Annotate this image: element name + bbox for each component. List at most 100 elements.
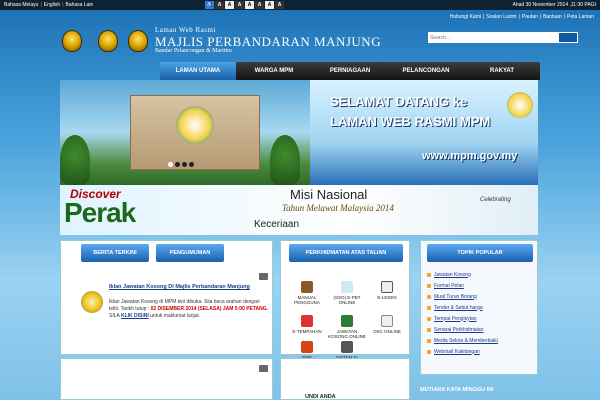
topic-item[interactable]: Muat Turun Borang [427,291,537,302]
search-box [428,32,578,43]
bullet-icon [427,338,431,343]
poll-title: UNDI ANDA [305,394,336,400]
bullet-icon [427,327,431,332]
topic-item[interactable]: Webmail Kakitangan [427,346,537,357]
tree-image [270,135,300,185]
celebrating-text: Celebrating [480,197,511,203]
misi-nasional-banner[interactable]: Discover Perak Misi Nasional Tahun Melaw… [60,185,538,235]
slider-dots [168,162,194,167]
tree-image [60,135,90,185]
bullet-icon [427,272,431,277]
quote-of-week-title: MUTIARA KATA MINGGU INI [420,387,494,393]
slider-dot[interactable] [175,162,180,167]
state-crest-icon [62,30,82,52]
slider-dot[interactable] [189,162,194,167]
separator: | [62,2,64,8]
license-icon [381,281,393,293]
topic-item[interactable]: Tender & Sebut harga [427,302,537,313]
welcome-line-2: LAMAN WEB RASMI MPM [330,114,491,129]
topic-item[interactable]: Format Pelan [427,280,537,291]
contact-us-link[interactable]: Hubungi Kami [450,14,481,20]
perak-crest-icon [98,30,118,52]
news-body-text: untuk maklumat lanjut. [150,313,201,319]
nav-rakyat[interactable]: RAKYAT [464,62,540,80]
fms-icon [301,341,313,353]
sitemap-link[interactable]: Peta Laman [567,14,594,20]
print-icon[interactable] [259,365,268,372]
bullet-icon [427,283,431,288]
bullet-icon [427,349,431,354]
manual-icon [301,281,313,293]
service-osc-online[interactable]: OSC ONLINE [367,315,407,334]
news-body: Iklan Jawatan Kosong di MPM kini dibuka.… [109,299,269,320]
booking-icon [301,315,313,327]
topic-item[interactable]: Tempat Pengisytan [427,313,537,324]
services-panel: PERKHIDMATAN ATAS TALIAN MANUAL PENGGUNA… [280,240,410,365]
font-size-button-4[interactable]: A [275,1,284,9]
news-closing-date: 02 DISEMBER 2014 (SELASA) JAM 5:00 PETAN… [150,306,269,312]
faq-link[interactable]: Soalan Lazim [486,14,516,20]
nav-pelancongan[interactable]: PELANCONGAN [388,62,464,80]
service-sso-epbt[interactable]: (SSO) E-PBT ONLINE [327,281,367,305]
font-size-button-1[interactable]: A [245,1,254,9]
nav-laman-utama[interactable]: LAMAN UTAMA [160,62,236,80]
topic-item[interactable]: Media Sekira & Memberbaiki [427,335,537,346]
service-jawatan-kosong[interactable]: JAWATAN KOSONG ONLINE [327,315,367,339]
nav-warga-mpm[interactable]: WARGA MPM [236,62,312,80]
payment-icon [341,341,353,353]
osc-icon [381,315,393,327]
lang-other-link[interactable]: Bahasa Lain [66,2,94,8]
job-icon [341,315,353,327]
current-date: Ahad 30 November 2014 ,11:30 PAGI [512,2,596,8]
popular-topics-list: Jawatan Kosong Format Pelan Muat Turun B… [427,269,537,357]
font-size-button-2[interactable]: A [255,1,264,9]
document-icon [341,281,353,293]
nav-perniagaan[interactable]: PERNIAGAAN [312,62,388,80]
tab-pengumuman[interactable]: PENGUMUMAN [156,244,224,262]
misi-title: Misi Nasional [290,187,368,202]
popular-topics-header: TOPIK POPULAR [427,244,533,262]
separator: | [40,2,42,8]
news-panel-lower [60,358,273,400]
perak-text: Perak [64,197,136,228]
print-icon[interactable] [259,273,268,280]
slider-dot[interactable] [182,162,187,167]
contrast-light-button[interactable]: A [225,1,234,9]
contrast-button-3[interactable]: A [235,1,244,9]
utility-links: Hubungi Kami | Soalan Lazim | Pautan | Bant… [449,14,594,20]
search-button[interactable] [558,32,578,43]
site-subtitle: Laman Web Rasmi [155,26,216,34]
links-link[interactable]: Pautan [522,14,538,20]
news-title-link[interactable]: Iklan Jawatan Kosong Di Majlis Perbandar… [109,284,250,290]
keceriaan-text: Keceriaan [254,219,300,230]
contrast-dark-button[interactable]: A [215,1,224,9]
help-link[interactable]: Bantuan [543,14,562,20]
tab-berita-terkini[interactable]: BERITA TERKINI [81,244,149,262]
news-body-text: SILA [109,313,120,319]
welcome-line-1: SELAMAT DATANG ke [330,94,468,109]
top-bar: Bahasa Melayu | English | Bahasa Lain ♿ … [0,0,600,10]
mpm-logo-icon [128,30,148,52]
service-e-lesen[interactable]: E-LESEN [367,281,407,300]
popular-topics-panel: TOPIK POPULAR Jawatan Kosong Format Pela… [420,240,538,375]
font-size-button-3[interactable]: A [265,1,274,9]
service-manual-pengguna[interactable]: MANUAL PENGGUNA [287,281,327,305]
poll-panel [280,358,410,400]
building-emblem-icon [176,106,214,144]
lang-bahasa-melayu-link[interactable]: Bahasa Melayu [4,2,38,8]
topic-item[interactable]: Senarai Perkhidmatan [427,324,537,335]
news-click-here-link[interactable]: KLIK DISINI [121,313,149,319]
accessibility-icon[interactable]: ♿ [205,1,214,9]
service-e-tempahan[interactable]: E-TEMPAHAN [287,315,327,334]
building-image [130,95,260,170]
lang-english-link[interactable]: English [44,2,60,8]
news-logo-icon [81,291,103,313]
misi-subtitle: Tahun Melawat Malaysia 2014 [282,203,394,213]
bullet-icon [427,305,431,310]
banner-url: www.mpm.gov.my [422,150,518,162]
topic-item[interactable]: Jawatan Kosong [427,269,537,280]
slider-dot[interactable] [168,162,173,167]
banner-logo-icon [507,92,533,118]
search-input[interactable] [428,32,558,43]
news-panel: BERITA TERKINI PENGUMUMAN Iklan Jawatan … [60,240,273,355]
